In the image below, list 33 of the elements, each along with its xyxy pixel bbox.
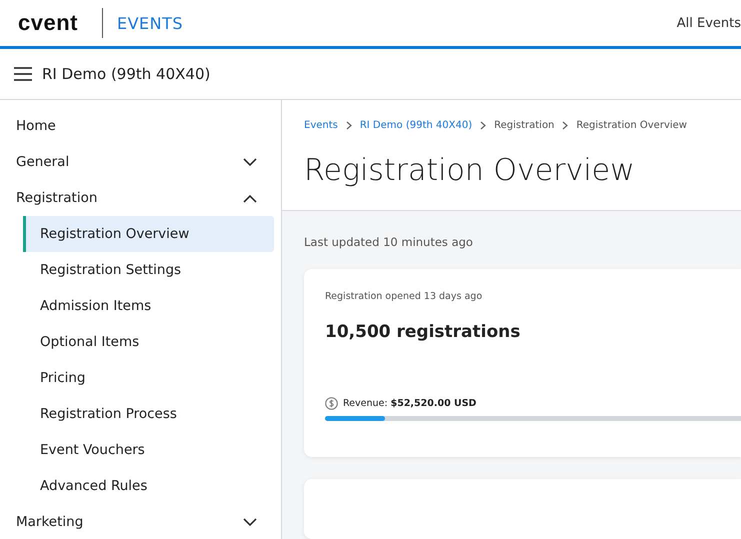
breadcrumb-link[interactable]: RI Demo (99th 40X40) xyxy=(360,120,472,131)
nav-subitem[interactable]: Event Vouchers xyxy=(23,432,274,468)
chevron-down-icon xyxy=(243,158,257,166)
nav-subitem[interactable]: Admission Items xyxy=(23,288,274,324)
nav-subitem[interactable]: Registration Settings xyxy=(23,252,274,288)
last-updated-text: Last updated 10 minutes ago xyxy=(304,235,474,249)
event-title: RI Demo (99th 40X40) xyxy=(42,65,210,83)
breadcrumb-link[interactable]: Events xyxy=(304,120,338,131)
all-events-link[interactable]: All Events xyxy=(676,16,741,30)
nav-item[interactable]: Registration xyxy=(0,180,281,216)
nav-subitem[interactable]: Advanced Rules xyxy=(23,468,274,504)
nav-subitem[interactable]: Pricing xyxy=(23,360,274,396)
page-title: Registration Overview xyxy=(304,153,636,188)
chevron-up-icon xyxy=(243,194,257,202)
nav-subitem[interactable]: Registration Process xyxy=(23,396,274,432)
nav-item[interactable]: General xyxy=(0,144,281,180)
opened-text: Registration opened 13 days ago xyxy=(325,291,484,302)
dollar-coin-icon xyxy=(325,397,338,410)
nav-subitem[interactable]: Optional Items xyxy=(23,324,274,360)
breadcrumb-label: Registration Overview xyxy=(576,120,687,131)
registration-count: 10,500 registrations xyxy=(325,322,522,342)
nav-item[interactable]: Home xyxy=(0,108,281,144)
logo[interactable]: cvent xyxy=(18,10,78,36)
revenue-text: Revenue: $52,520.00 USD xyxy=(343,398,476,409)
breadcrumb-label: Registration xyxy=(494,120,554,131)
chevron-right-icon xyxy=(562,121,568,130)
nav-subitem[interactable]: Registration Overview xyxy=(23,216,274,252)
chevron-down-icon xyxy=(243,518,257,526)
menu-icon[interactable] xyxy=(14,67,32,81)
nav-item[interactable]: Marketing xyxy=(0,504,281,539)
product-name: EVENTS xyxy=(116,14,184,32)
chevron-right-icon xyxy=(480,121,486,130)
chevron-right-icon xyxy=(346,121,352,130)
